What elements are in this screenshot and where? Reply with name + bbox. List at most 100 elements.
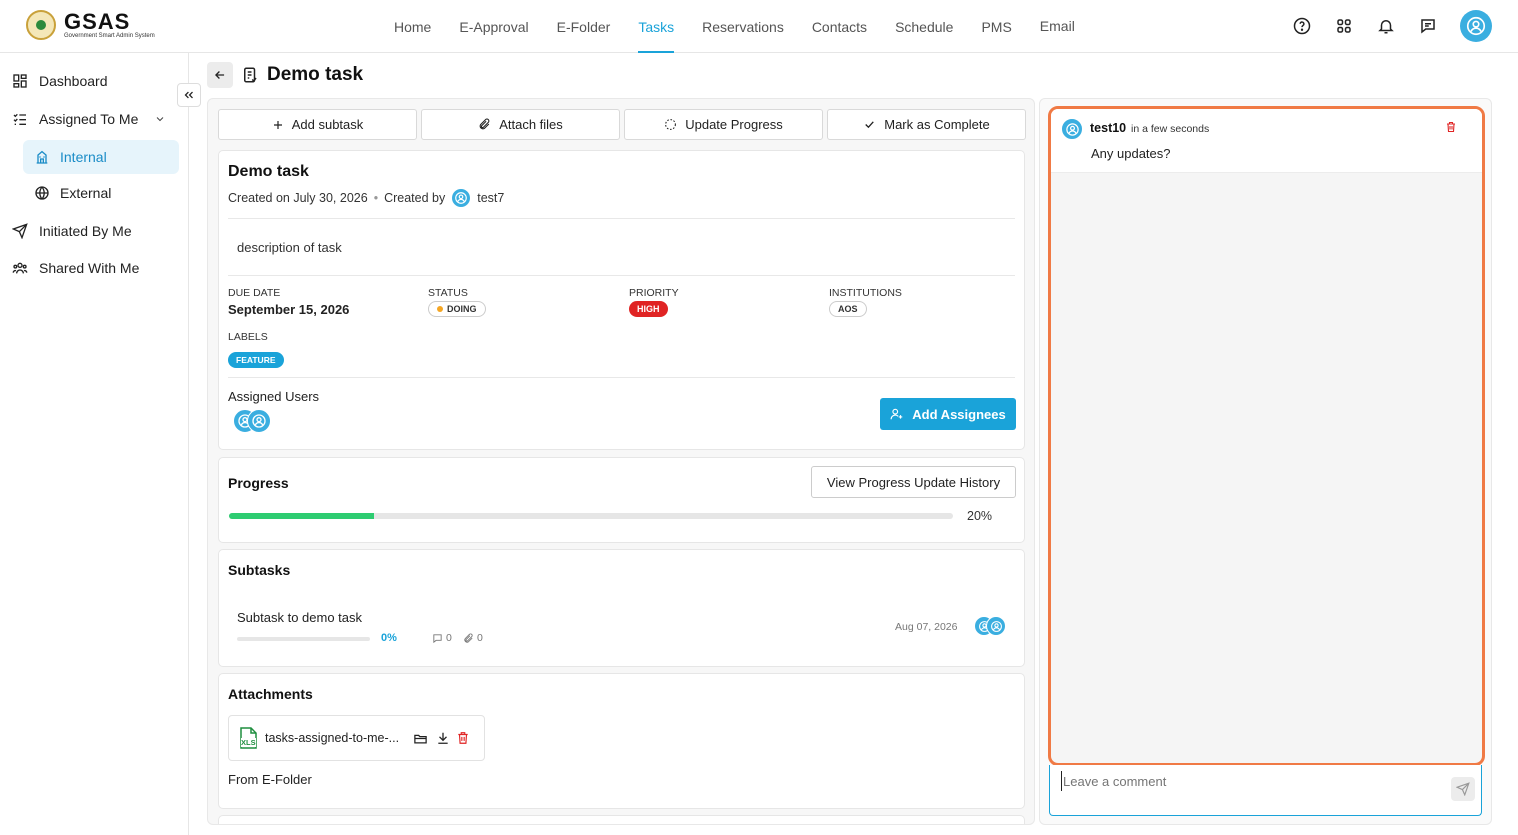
subtask-due-date: Aug 07, 2026 [895,621,958,633]
sidebar-item-label: External [60,185,112,201]
priority-badge: HIGH [629,301,668,317]
back-button[interactable] [207,62,233,88]
nav-pms[interactable]: PMS [967,0,1025,53]
attachment-count: 0 [477,632,483,644]
comments-panel: test10 in a few seconds Any updates? [1039,98,1492,825]
status-value: DOING [447,304,477,314]
labels-label: LABELS [228,331,268,343]
update-progress-label: Update Progress [685,117,783,132]
sidebar-item-internal[interactable]: Internal [23,140,179,174]
double-chevron-left-icon [184,91,193,99]
attach-files-button[interactable]: Attach files [421,109,620,140]
collapse-sidebar-button[interactable] [177,83,201,107]
task-title: Demo task [228,163,309,180]
nav-e-folder[interactable]: E-Folder [543,0,625,53]
loader-icon [665,119,677,130]
status-dot-icon [437,306,443,312]
seal-icon [26,10,56,40]
sidebar-item-label: Initiated By Me [39,223,132,239]
comment-item: test10 in a few seconds Any updates? [1051,109,1482,173]
institutions-field: INSTITUTIONS AOS [829,287,902,317]
send-icon [11,222,29,240]
mark-complete-label: Mark as Complete [884,117,990,132]
creator-avatar [451,188,472,208]
comment-icon [433,633,442,643]
nav-tasks[interactable]: Tasks [624,0,688,53]
add-subtask-button[interactable]: Add subtask [218,109,417,140]
send-comment-button[interactable] [1451,777,1475,801]
attach-files-label: Attach files [499,117,563,132]
nav-home[interactable]: Home [380,0,445,53]
dashboard-icon [11,72,29,90]
created-on: Created on July 30, 2026 [228,191,368,205]
page-header: Demo task [207,62,363,88]
due-date-value: September 15, 2026 [228,302,350,317]
user-plus-icon [890,408,903,420]
sidebar-item-initiated[interactable]: Initiated By Me [0,214,189,248]
comment-text: Any updates? [1091,146,1171,161]
avatar[interactable] [247,409,271,433]
sidebar-item-assigned[interactable]: Assigned To Me [0,102,189,136]
sidebar: Dashboard Assigned To Me Internal Extern… [0,53,189,835]
arrow-left-icon [215,71,225,79]
nav-e-approval[interactable]: E-Approval [445,0,542,53]
assigned-users-label: Assigned Users [228,389,320,404]
divider [228,275,1015,276]
sidebar-item-dashboard[interactable]: Dashboard [0,64,189,98]
progress-title: Progress [228,475,289,491]
comment-input[interactable] [1061,771,1441,791]
sidebar-item-label: Assigned To Me [39,111,139,127]
list-item[interactable]: Subtask to demo task 0% 0 0 Aug 07, 2026 [228,600,1016,650]
created-by-label: Created by [384,191,446,205]
subtask-attachment-count: 0 [463,632,483,644]
download-icon[interactable] [436,731,450,745]
chat-icon[interactable] [1418,16,1438,36]
due-date-field: DUE DATE September 15, 2026 [228,287,349,317]
view-progress-history-button[interactable]: View Progress Update History [811,466,1016,498]
nav-schedule[interactable]: Schedule [881,0,967,53]
mark-complete-button[interactable]: Mark as Complete [827,109,1026,140]
apps-grid-icon[interactable] [1334,16,1354,36]
progress-fill [229,513,374,519]
user-avatar[interactable] [1460,10,1492,42]
top-bar: GSAS Government Smart Admin System Home … [0,0,1518,53]
comment-count: 0 [446,632,452,644]
progress-card: Progress View Progress Update History 20… [218,457,1025,543]
task-meta: Created on July 30, 2026 • Created by te… [228,188,504,208]
task-description: description of task [237,240,342,255]
update-progress-button[interactable]: Update Progress [624,109,823,140]
status-field: STATUS DOING [428,287,486,317]
chevron-down-icon[interactable] [154,113,166,125]
task-info-card: Demo task Created on July 30, 2026 • Cre… [218,150,1025,450]
trash-icon[interactable] [1445,121,1457,133]
avatar[interactable] [1061,118,1083,140]
file-type-label: XLS [241,738,256,747]
nav-reservations[interactable]: Reservations [688,0,798,53]
plus-icon [273,120,282,129]
nav-contacts[interactable]: Contacts [798,0,881,53]
folder-open-icon[interactable] [413,731,428,746]
sidebar-item-label: Internal [60,149,107,165]
sidebar-item-label: Shared With Me [39,260,140,276]
users-icon [11,259,29,277]
main-nav: Home E-Approval E-Folder Tasks Reservati… [380,0,1089,53]
bell-icon[interactable] [1376,16,1396,36]
attachment-filename[interactable]: tasks-assigned-to-me-... [265,731,399,745]
app-logo[interactable]: GSAS Government Smart Admin System [26,10,155,40]
task-doc-icon [241,66,259,84]
sidebar-item-external[interactable]: External [23,176,179,210]
trash-icon[interactable] [456,731,470,745]
assignee-avatars [233,409,271,433]
nav-email[interactable]: Email [1026,0,1089,53]
send-icon [1456,782,1470,796]
help-icon[interactable] [1292,16,1312,36]
attachment-item[interactable]: XLS tasks-assigned-to-me-... [228,715,485,761]
institution-badge: AOS [829,301,867,317]
sidebar-item-shared[interactable]: Shared With Me [0,251,189,285]
add-assignees-button[interactable]: Add Assignees [880,398,1016,430]
avatar[interactable] [986,616,1006,636]
subtask-progress-bar [237,637,370,641]
globe-icon [34,185,50,201]
status-label: STATUS [428,287,468,299]
attachments-card: Attachments XLS tasks-assigned-to-me-...… [218,673,1025,809]
